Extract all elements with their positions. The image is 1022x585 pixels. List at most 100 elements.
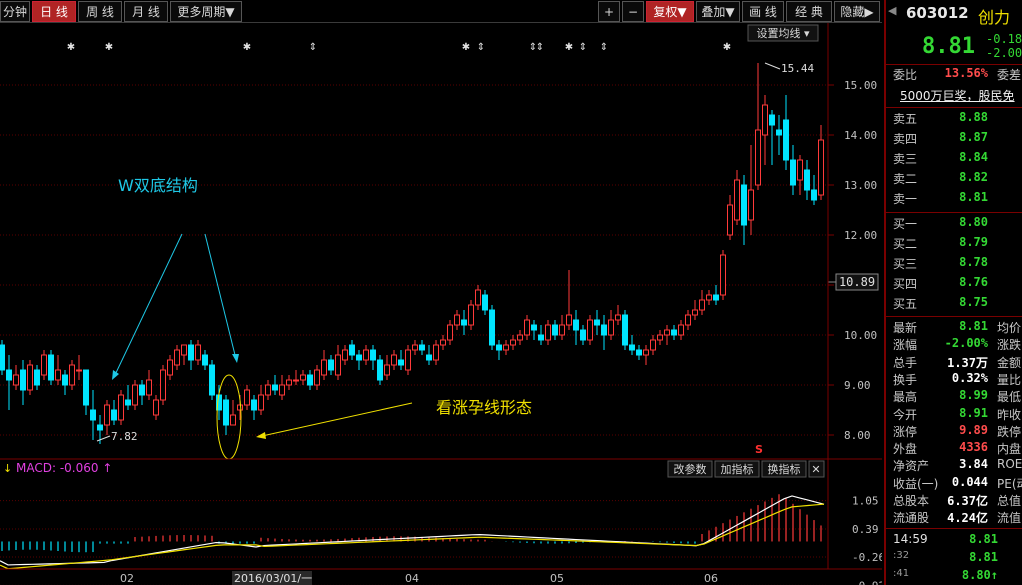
adjust-rights-dropdown[interactable]: 复权▼: [646, 1, 694, 22]
bid-row-value: 8.79: [959, 235, 988, 249]
candle-body: [643, 349, 649, 356]
ask-row-label: 卖五: [893, 112, 918, 126]
candle-body: [419, 344, 425, 351]
price-tick-label: 14.00: [844, 129, 877, 142]
quote-panel: ◀ 603012 创力 8.81 -0.18 -2.00% 委比 13.56% …: [884, 0, 1022, 585]
overlay-dropdown[interactable]: 叠加▼: [696, 1, 740, 22]
stat-row-right-label: 跌停: [997, 424, 1022, 439]
macd-dif-line: [0, 495, 825, 566]
candle-body: [132, 384, 138, 406]
candle-body: [139, 384, 145, 396]
candle-body: [83, 369, 89, 406]
candle-body: [181, 344, 187, 356]
candle-body: [48, 354, 54, 381]
hide-panel-button[interactable]: 隐藏▶: [834, 1, 880, 22]
stat-row-value: 0.32%: [951, 370, 988, 385]
zoom-in-button[interactable]: +: [598, 1, 620, 22]
event-marker-icon[interactable]: ⇕: [309, 42, 317, 53]
chart-toolbar: 分钟 日 线 周 线 月 线 更多周期▼ + − 复权▼ 叠加▼ 画 线 经 典…: [0, 0, 882, 23]
candle-body: [818, 139, 824, 196]
event-marker-icon[interactable]: ✱: [462, 42, 470, 53]
bid-row-value: 8.78: [959, 255, 988, 269]
stock-header: ◀ 603012 创力: [886, 4, 1022, 27]
candle-body: [272, 384, 278, 391]
event-marker-icon[interactable]: ✱: [67, 42, 75, 53]
candle-body: [608, 319, 614, 336]
candle-body: [636, 349, 642, 356]
candle-body: [685, 314, 691, 326]
candle-body: [160, 369, 166, 401]
svg-text:换指标: 换指标: [768, 462, 801, 476]
stat-row-label: 最高: [893, 390, 918, 405]
candle-body: [657, 334, 663, 341]
stat-row: 流通股 4.24亿 流值: [886, 509, 1022, 529]
event-marker-icon[interactable]: ⇕: [477, 42, 485, 53]
bid-row-label: 买二: [893, 237, 918, 251]
candle-body: [230, 414, 236, 426]
candle-body: [496, 344, 502, 351]
more-periods-dropdown[interactable]: 更多周期▼: [170, 1, 242, 22]
event-marker-icon[interactable]: ✱: [243, 42, 251, 53]
candle-body: [167, 359, 173, 376]
ask-row: 卖四 8.87: [886, 130, 1022, 150]
candle-body: [531, 324, 537, 331]
draw-line-button[interactable]: 画 线: [742, 1, 784, 22]
candle-body: [314, 369, 320, 386]
candle-body: [377, 359, 383, 381]
stat-row-value: 8.81: [959, 319, 988, 333]
tab-minute[interactable]: 分钟: [0, 1, 30, 22]
ask-row: 卖一 8.81: [886, 190, 1022, 210]
tick-row: :32 8.81: [886, 550, 1022, 570]
tab-daily[interactable]: 日 线: [32, 1, 76, 22]
bid-row: 买四 8.76: [886, 275, 1022, 295]
candle-body: [195, 344, 201, 361]
candle-body: [188, 344, 194, 361]
last-price: 8.81: [922, 34, 975, 59]
event-marker-icon[interactable]: ✱: [105, 42, 113, 53]
tab-weekly[interactable]: 周 线: [78, 1, 122, 22]
classic-button[interactable]: 经 典: [786, 1, 832, 22]
event-marker-icon[interactable]: ✱: [723, 42, 731, 53]
candle-body: [412, 344, 418, 351]
bid-row-value: 8.76: [959, 275, 988, 289]
low-marker: 7.82: [96, 430, 138, 443]
stat-row-right-label: ROE: [997, 457, 1022, 472]
bid-row-value: 8.75: [959, 295, 988, 309]
event-marker-icon[interactable]: ⇕: [600, 42, 608, 53]
candle-body: [76, 369, 82, 372]
event-marker-icon[interactable]: ✱: [565, 42, 573, 53]
event-marker-icon[interactable]: ⇕: [536, 42, 544, 53]
price-block: 8.81 -0.18 -2.00%: [886, 32, 1022, 62]
candle-body: [55, 369, 61, 381]
collapse-icon[interactable]: ◀: [888, 4, 896, 17]
candle-body: [265, 384, 271, 396]
event-markers[interactable]: ✱ ✱ ✱ ⇕ ✱ ⇕ ⇕⇕ ✱ ⇕ ⇕ ✱: [67, 42, 731, 53]
macd-tick-label: -0.92: [852, 579, 882, 585]
candle-body: [741, 184, 747, 226]
candle-body: [349, 344, 355, 356]
event-marker-icon[interactable]: ⇕: [579, 42, 587, 53]
ask-row-value: 8.81: [959, 190, 988, 204]
candle-body: [517, 334, 523, 341]
bid-row-label: 买三: [893, 257, 918, 271]
price-tick-label: 15.00: [844, 79, 877, 92]
candle-body: [461, 319, 467, 326]
candle-body: [475, 289, 481, 306]
candle-body: [293, 379, 299, 382]
news-link[interactable]: 5000万巨奖，股民免: [886, 87, 1022, 107]
stat-row-right-label: PE(动: [997, 476, 1022, 491]
ask-row-value: 8.87: [959, 130, 988, 144]
candle-body: [300, 374, 306, 381]
candle-body: [762, 104, 768, 136]
ma-settings-button[interactable]: 设置均线 ▾: [747, 24, 819, 42]
macd-label: MACD: -0.060 ↑: [16, 461, 112, 475]
order-ratio-value: 13.56%: [944, 66, 988, 80]
candle-body: [552, 324, 558, 336]
candle-body: [804, 169, 810, 191]
date-axis: 02 2016/03/01/一 04 05 06: [120, 571, 718, 585]
candle-body: [433, 344, 439, 361]
kline-chart[interactable]: 15.0014.0013.0012.0011.0010.009.008.00 1…: [0, 23, 882, 585]
candle-body: [146, 379, 152, 396]
tab-monthly[interactable]: 月 线: [124, 1, 168, 22]
zoom-out-button[interactable]: −: [622, 1, 644, 22]
